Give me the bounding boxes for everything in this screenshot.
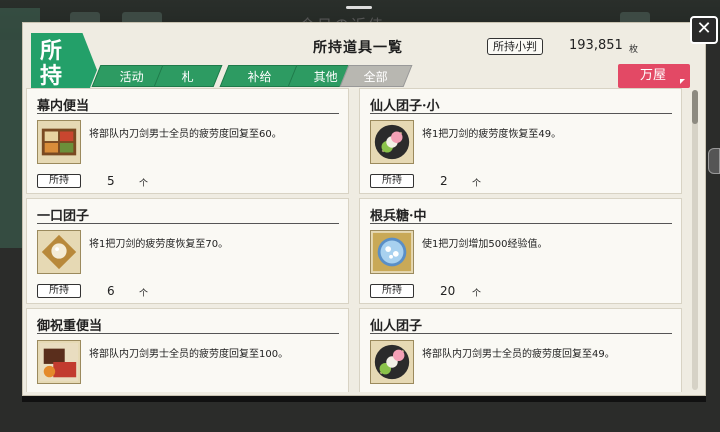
divider [370,113,672,114]
dialog-shadow [22,396,706,402]
item-name: 一口团子 [37,209,90,224]
item-count: 5 [107,174,115,188]
dango-small-icon [370,120,414,164]
item-card[interactable]: 根兵糖·中 使1把刀剑增加500经验值。 所持 20 个 [359,198,682,304]
item-unit: 个 [472,289,482,299]
item-description: 将部队内刀剑男士全员的疲劳度回复至100。 [89,349,289,360]
item-count: 20 [440,284,456,298]
item-list[interactable]: 幕内便当 将部队内刀剑男士全员的疲劳度回复至60。 所持 5 个 仙人团子·小 … [26,88,688,392]
item-card[interactable]: 仙人团子·小 将1把刀剑的疲劳度恢复至49。 所持 2 个 [359,88,682,194]
item-count: 6 [107,284,115,298]
tab-label: 全部 [363,70,388,84]
divider [370,223,672,224]
tag-char: 所 [40,38,63,64]
dango-bite-icon [37,230,81,274]
item-description: 将部队内刀剑男士全员的疲劳度回复至49。 [422,349,615,360]
item-description: 将1把刀剑的疲劳度恢复至49。 [422,129,562,140]
tab-label: 补给 [247,70,272,84]
dango-icon [370,340,414,384]
item-card[interactable]: 一口团子 将1把刀剑的疲劳度恢复至70。 所持 6 个 [26,198,349,304]
item-description: 使1把刀剑增加500经验值。 [422,239,548,250]
item-unit: 个 [139,179,149,189]
item-card[interactable]: 仙人团子 将部队内刀剑男士全员的疲劳度回复至49。 [359,308,682,392]
divider [37,223,339,224]
item-description: 将1把刀剑的疲劳度恢复至70。 [89,239,229,250]
koban-unit: 枚 [629,45,639,55]
owned-label: 所持 [37,174,81,188]
tab-label: 札 [181,70,194,84]
owned-label: 所持 [370,174,414,188]
bento-box-icon [37,120,81,164]
item-name: 御祝重便当 [37,319,103,334]
item-unit: 个 [472,179,482,189]
item-description: 将部队内刀剑男士全员的疲劳度回复至60。 [89,129,282,140]
list-scrollbar[interactable] [692,90,698,390]
tag-char: 持 [40,63,63,89]
koban-value: 193,851 [569,38,623,53]
celebration-bento-icon [37,340,81,384]
item-name: 根兵糖·中 [370,209,427,224]
item-name: 幕内便当 [37,99,90,114]
tab-cards[interactable]: 札 [153,65,223,87]
shop-button[interactable]: 万屋 [618,64,690,88]
tab-label: 活动 [119,70,144,84]
status-bar-handle [346,6,372,9]
dialog-title: 所持道具一覧 [313,40,403,56]
close-button[interactable]: ✕ [690,16,718,44]
owned-label: 所持 [37,284,81,298]
tab-all[interactable]: 全部 [339,65,413,87]
item-count: 2 [440,174,448,188]
side-drawer-handle[interactable] [708,148,720,174]
item-card[interactable]: 幕内便当 将部队内刀剑男士全员的疲劳度回复至60。 所持 5 个 [26,88,349,194]
divider [37,333,339,334]
koban-label: 所持小判 [487,38,543,55]
divider [37,113,339,114]
item-name: 仙人团子·小 [370,99,440,114]
divider [370,333,672,334]
tab-label: 其他 [313,70,338,84]
konpeito-icon [370,230,414,274]
scrollbar-thumb[interactable] [692,90,698,124]
item-card[interactable]: 御祝重便当 将部队内刀剑男士全员的疲劳度回复至100。 [26,308,349,392]
item-unit: 个 [139,289,149,299]
item-name: 仙人团子 [370,319,423,334]
owned-label: 所持 [370,284,414,298]
